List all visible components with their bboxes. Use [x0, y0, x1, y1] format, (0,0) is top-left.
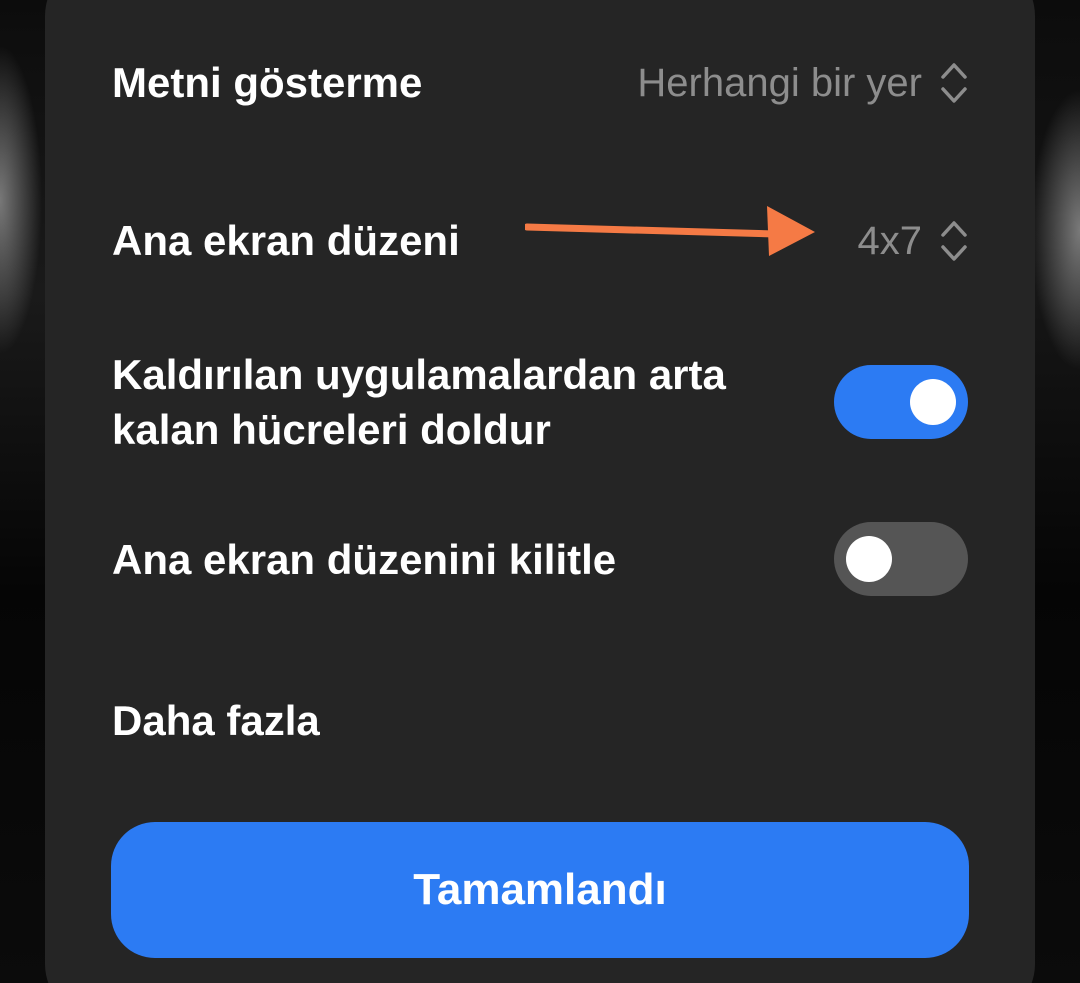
setting-lock-layout-label: Ana ekran düzenini kilitle [112, 535, 617, 583]
setting-more[interactable]: Daha fazla [112, 693, 968, 748]
arrow-right-icon [525, 206, 815, 256]
setting-fill-cells-label: Kaldırılan uygulamalardan arta kalan hüc… [112, 347, 726, 457]
setting-text-display-selector[interactable]: Herhangi bir yer [637, 58, 968, 108]
screen: Metni gösterme Herhangi bir yer Ana ekra… [0, 0, 1080, 983]
chevron-up-down-icon [941, 220, 967, 261]
toggle-knob [846, 536, 892, 582]
toggle-knob [910, 379, 956, 425]
setting-home-layout-value: 4x7 [857, 218, 923, 263]
setting-more-label: Daha fazla [112, 697, 320, 744]
setting-lock-layout[interactable]: Ana ekran düzenini kilitle [112, 522, 968, 596]
fill-cells-toggle[interactable] [834, 365, 968, 439]
chevron-up-down-icon [941, 62, 967, 103]
setting-home-layout-label: Ana ekran düzeni [112, 217, 460, 264]
setting-home-layout-selector[interactable]: 4x7 [858, 216, 969, 266]
lock-layout-toggle[interactable] [834, 522, 968, 596]
setting-text-display-value: Herhangi bir yer [637, 60, 922, 105]
setting-text-display[interactable]: Metni gösterme Herhangi bir yer [112, 55, 968, 110]
setting-fill-cells-label-line2: kalan hücreleri doldur [112, 406, 551, 453]
setting-fill-cells-label-line1: Kaldırılan uygulamalardan arta [112, 351, 726, 398]
setting-fill-cells[interactable]: Kaldırılan uygulamalardan arta kalan hüc… [112, 347, 968, 457]
setting-text-display-label: Metni gösterme [112, 59, 423, 106]
done-button[interactable]: Tamamlandı [111, 822, 969, 958]
